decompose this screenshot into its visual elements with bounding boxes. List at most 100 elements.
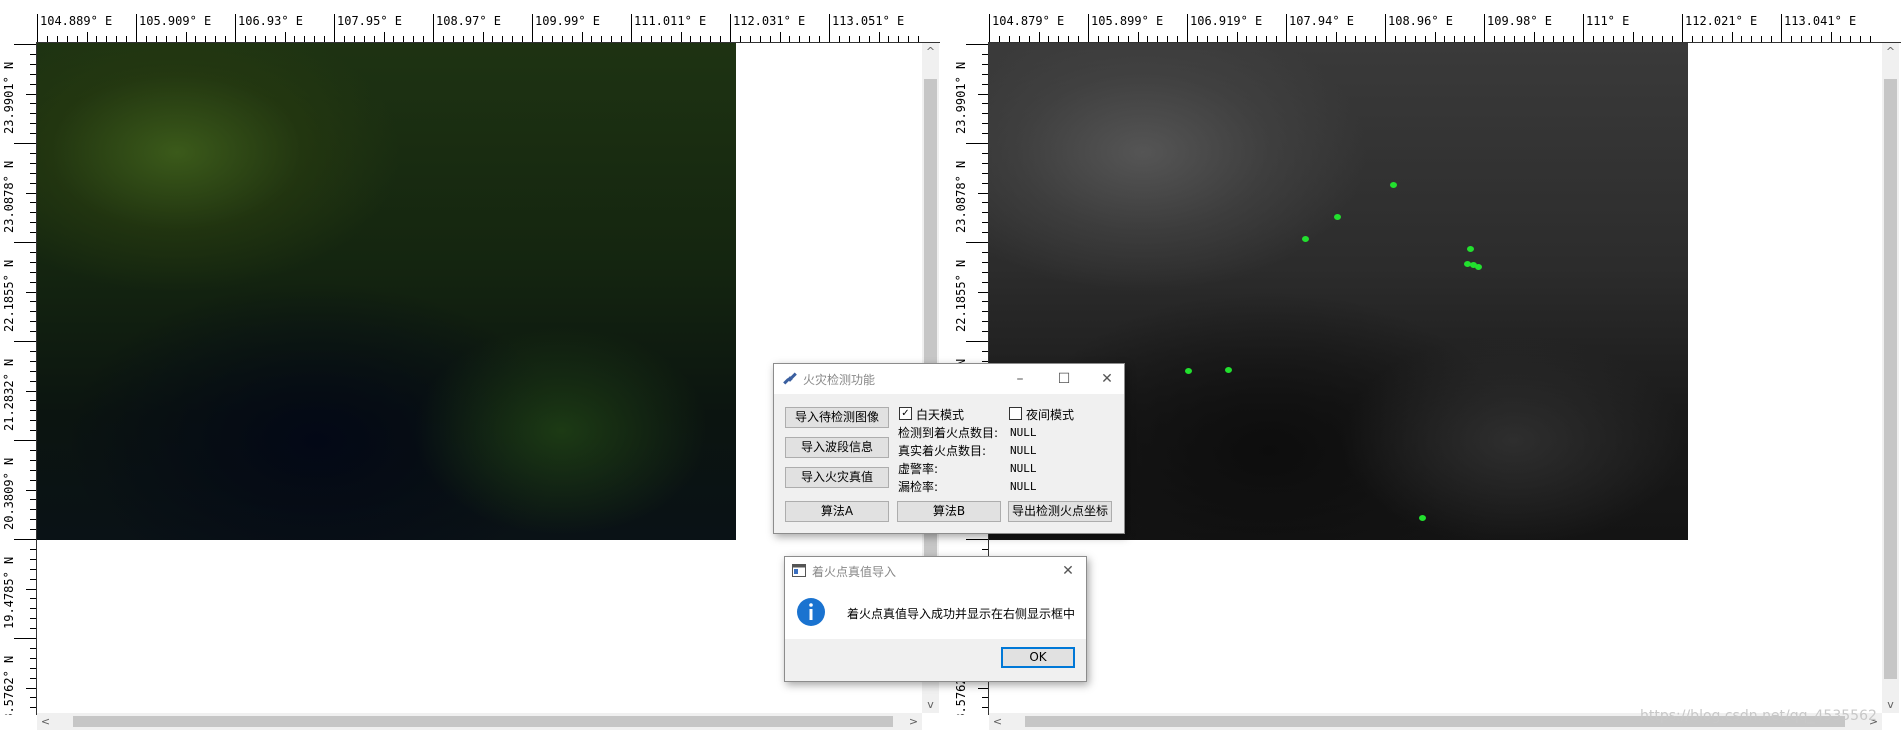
night-mode-checkbox[interactable] <box>1009 407 1022 420</box>
fire-dialog-titlebar[interactable]: 火灾检测功能 – ☐ ✕ <box>774 364 1124 394</box>
y-minor-tick <box>982 63 988 65</box>
x-minor-tick <box>1315 36 1317 42</box>
x-tick-label: 111° E <box>1586 14 1630 28</box>
x-minor-tick <box>1256 36 1258 42</box>
day-mode-checkbox[interactable]: ✓ <box>899 407 912 420</box>
x-minor-tick <box>383 32 385 42</box>
close-icon[interactable]: ✕ <box>1058 561 1078 581</box>
left-horizontal-scrollbar[interactable]: < > <box>37 713 922 730</box>
close-icon[interactable]: ✕ <box>1097 369 1117 389</box>
x-minor-tick <box>601 36 603 42</box>
x-minor-tick <box>442 36 444 42</box>
y-minor-tick <box>30 548 36 550</box>
scroll-down-icon[interactable]: v <box>922 696 939 713</box>
x-minor-tick <box>314 36 316 42</box>
x-minor-tick <box>1365 36 1367 42</box>
y-minor-tick <box>30 83 36 85</box>
x-minor-tick <box>373 36 375 42</box>
x-minor-tick <box>1820 36 1822 42</box>
x-minor-tick <box>1058 36 1060 42</box>
x-minor-tick <box>1523 36 1525 42</box>
import-image-button[interactable]: 导入待检测图像 <box>785 407 889 428</box>
x-minor-tick <box>165 36 167 42</box>
right-vertical-scrollbar[interactable]: ^ v <box>1882 43 1899 713</box>
y-minor-tick <box>30 311 36 313</box>
x-minor-tick <box>492 36 494 42</box>
fire-point <box>1225 367 1232 373</box>
fire-point <box>1334 214 1341 220</box>
x-minor-tick <box>1543 36 1545 42</box>
import-truth-button[interactable]: 导入火灾真值 <box>785 467 889 488</box>
x-minor-tick <box>1691 36 1693 42</box>
x-minor-tick <box>116 36 118 42</box>
x-minor-tick <box>888 36 890 42</box>
truth-import-message-box[interactable]: 着火点真值导入 ✕ 着火点真值导入成功并显示在右侧显示框中 OK <box>784 556 1087 682</box>
x-minor-tick <box>998 36 1000 42</box>
y-minor-tick <box>982 301 988 303</box>
fire-point <box>1475 264 1482 270</box>
scroll-down-icon[interactable]: v <box>1882 696 1899 713</box>
x-minor-tick <box>1424 36 1426 42</box>
x-minor-tick <box>1761 36 1763 42</box>
y-major-tick <box>966 143 988 144</box>
x-minor-tick <box>611 36 613 42</box>
x-minor-tick <box>1147 36 1149 42</box>
x-minor-tick <box>304 36 306 42</box>
y-minor-tick <box>30 598 36 600</box>
left-hscroll-thumb[interactable] <box>73 716 893 727</box>
y-minor-tick <box>30 103 36 105</box>
y-minor-tick <box>26 291 36 293</box>
x-tick-label: 112.021° E <box>1685 14 1758 28</box>
maximize-icon[interactable]: ☐ <box>1054 369 1074 389</box>
y-minor-tick <box>978 93 988 95</box>
x-minor-tick <box>96 36 98 42</box>
x-minor-tick <box>1226 36 1228 42</box>
x-minor-tick <box>1335 32 1337 42</box>
x-major-tick <box>989 14 990 42</box>
x-minor-tick <box>1870 36 1872 42</box>
x-minor-tick <box>522 36 524 42</box>
scroll-left-icon[interactable]: < <box>989 713 1006 730</box>
fire-detection-dialog[interactable]: 火灾检测功能 – ☐ ✕ 导入待检测图像 导入波段信息 导入火灾真值 ✓ 白天模… <box>773 363 1125 534</box>
fire-dialog-title: 火灾检测功能 <box>803 373 876 387</box>
day-mode-label: 白天模式 <box>916 408 965 422</box>
y-minor-tick <box>982 83 988 85</box>
x-minor-tick <box>769 36 771 42</box>
y-minor-tick <box>30 529 36 531</box>
scroll-right-icon[interactable]: > <box>905 713 922 730</box>
export-coordinates-button[interactable]: 导出检测火点坐标 <box>1008 501 1112 522</box>
y-minor-tick <box>26 588 36 590</box>
y-minor-tick <box>30 202 36 204</box>
x-minor-tick <box>819 36 821 42</box>
right-vscroll-thumb[interactable] <box>1884 79 1897 679</box>
algorithm-b-button[interactable]: 算法B <box>897 501 1001 522</box>
y-minor-tick <box>30 657 36 659</box>
detected-count-label: 检测到着火点数目: <box>898 426 999 440</box>
left-top-ruler: 104.889° E 105.909° E 106.93° E 107.95° E 10… <box>36 0 940 43</box>
y-tick-label: 19.4785° N <box>2 556 16 629</box>
y-minor-tick <box>30 133 36 135</box>
y-minor-tick <box>982 182 988 184</box>
algorithm-a-button[interactable]: 算法A <box>785 501 889 522</box>
x-minor-tick <box>1414 36 1416 42</box>
x-tick-label: 113.041° E <box>1784 14 1857 28</box>
right-top-ruler: 104.879° E 105.899° E 106.919° E 107.94° E 1… <box>988 0 1901 43</box>
y-minor-tick <box>30 479 36 481</box>
x-minor-tick <box>1612 36 1614 42</box>
import-bands-button[interactable]: 导入波段信息 <box>785 437 889 458</box>
y-minor-tick <box>982 103 988 105</box>
x-minor-tick <box>393 36 395 42</box>
ok-button[interactable]: OK <box>1001 647 1075 668</box>
scroll-left-icon[interactable]: < <box>37 713 54 730</box>
minimize-icon[interactable]: – <box>1010 369 1030 389</box>
x-minor-tick <box>918 36 920 42</box>
message-titlebar[interactable]: 着火点真值导入 ✕ <box>785 557 1086 585</box>
scroll-up-icon[interactable]: ^ <box>922 43 939 60</box>
x-minor-tick <box>1642 36 1644 42</box>
window-icon <box>792 564 806 577</box>
x-minor-tick <box>155 36 157 42</box>
x-minor-tick <box>680 32 682 42</box>
y-minor-tick <box>978 687 988 689</box>
scroll-up-icon[interactable]: ^ <box>1882 43 1899 60</box>
x-minor-tick <box>1117 36 1119 42</box>
